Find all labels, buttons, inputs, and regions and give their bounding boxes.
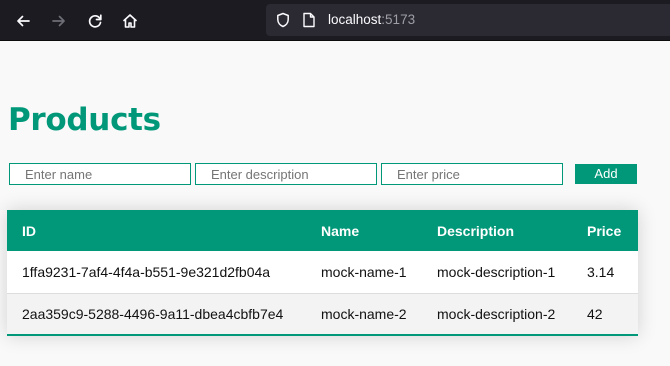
home-icon (123, 14, 137, 28)
page-title: Products (8, 102, 161, 138)
home-button[interactable] (117, 8, 143, 34)
table-row[interactable]: 1ffa9231-7af4-4f4a-b551-9e321d2fb04a moc… (7, 251, 638, 293)
cell-name: mock-name-1 (321, 263, 407, 280)
table-header-row: ID Name Description Price (7, 210, 638, 251)
reload-icon (88, 14, 102, 28)
shield-icon[interactable] (275, 12, 291, 33)
page-icon[interactable] (302, 12, 316, 33)
products-table: ID Name Description Price 1ffa9231-7af4-… (7, 210, 638, 336)
cell-name: mock-name-2 (321, 305, 407, 322)
forward-button[interactable] (46, 8, 72, 34)
cell-id: 2aa359c9-5288-4496-9a11-dbea4cbfb7e4 (22, 305, 284, 322)
url-host: localhost (328, 12, 382, 27)
forward-arrow-icon (52, 15, 65, 27)
url-text[interactable]: localhost:5173 (328, 12, 415, 28)
price-input[interactable] (381, 163, 563, 185)
back-arrow-icon (17, 15, 30, 27)
cell-description: mock-description-2 (437, 305, 556, 322)
back-button[interactable] (10, 8, 36, 34)
description-input[interactable] (195, 163, 377, 185)
cell-id: 1ffa9231-7af4-4f4a-b551-9e321d2fb04a (22, 263, 271, 280)
table-row[interactable]: 2aa359c9-5288-4496-9a11-dbea4cbfb7e4 moc… (7, 293, 638, 335)
header-price[interactable]: Price (572, 210, 638, 251)
browser-toolbar: localhost:5173 (0, 0, 670, 41)
cell-price: 42 (587, 305, 603, 322)
add-button[interactable]: Add (575, 164, 637, 184)
reload-button[interactable] (82, 8, 108, 34)
url-port: :5173 (381, 12, 416, 27)
header-name[interactable]: Name (306, 210, 422, 251)
url-bar[interactable]: localhost:5173 (266, 4, 670, 36)
header-description[interactable]: Description (422, 210, 572, 251)
cell-price: 3.14 (587, 263, 615, 280)
cell-description: mock-description-1 (437, 263, 556, 280)
name-input[interactable] (9, 163, 191, 185)
header-id[interactable]: ID (7, 210, 306, 251)
